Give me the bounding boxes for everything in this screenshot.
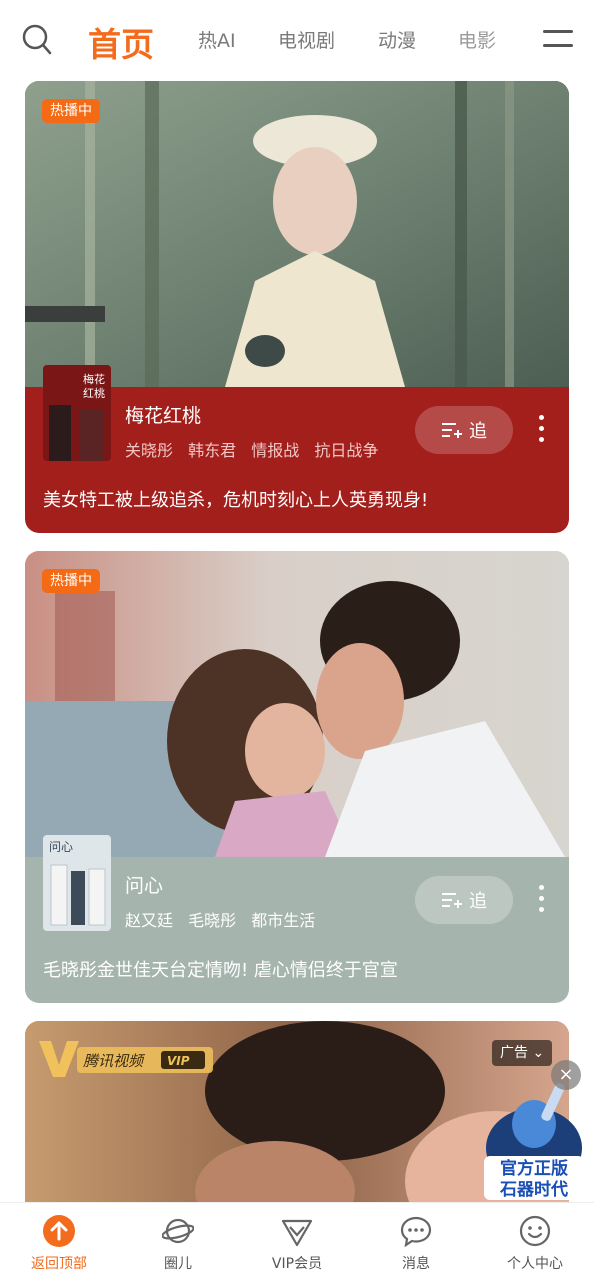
poster-title: 梅花 [83, 372, 105, 386]
hero-image[interactable] [25, 81, 569, 387]
poster-thumbnail[interactable]: 梅花 红桃 [43, 365, 111, 461]
tag[interactable]: 赵又廷 [125, 911, 173, 930]
bottom-tab-bar: 返回顶部 圈儿 VIP会员 消息 个人中心 [0, 1202, 594, 1281]
status-badge: 热播中 [42, 569, 100, 593]
bottom-item-label: 消息 [402, 1256, 430, 1272]
planet-icon [162, 1218, 194, 1244]
bottom-item-label: VIP会员 [271, 1256, 323, 1272]
bottom-item-vip[interactable]: VIP会员 [238, 1203, 356, 1281]
tag-list: 赵又廷 毛晓彤 都市生活 [125, 907, 325, 931]
ad-label[interactable]: 广告 ⌄ [492, 1040, 553, 1066]
v-logo-icon: 腾讯视频 VIP [39, 1041, 213, 1077]
video-title[interactable]: 问心 [125, 871, 163, 898]
search-icon[interactable] [22, 24, 52, 56]
follow-button[interactable]: 追 [415, 876, 513, 924]
video-title[interactable]: 梅花红桃 [125, 401, 201, 428]
bottom-item-messages[interactable]: 消息 [357, 1203, 475, 1281]
tab-home[interactable]: 首页 [88, 18, 154, 66]
add-list-icon [442, 893, 462, 908]
hero-image[interactable] [25, 551, 569, 857]
tag[interactable]: 抗日战争 [314, 441, 378, 460]
tab-anime[interactable]: 动漫 [378, 26, 416, 53]
tag[interactable]: 关晓彤 [125, 441, 173, 460]
brand-logo: 腾讯视频 VIP [37, 1039, 217, 1083]
video-description[interactable]: 毛晓彤金世佳天台定情吻! 虐心情侣终于官宣 [43, 956, 398, 982]
message-icon [400, 1216, 432, 1247]
tag[interactable]: 韩东君 [188, 441, 236, 460]
bottom-item-label: 返回顶部 [31, 1256, 87, 1272]
status-badge: 热播中 [42, 99, 100, 123]
vip-icon [281, 1219, 313, 1247]
tab-hot-ai[interactable]: 热AI [198, 26, 236, 53]
video-description[interactable]: 美女特工被上级追杀，危机时刻心上人英勇现身! [43, 486, 428, 512]
ad-label-text: 广告 [500, 1045, 528, 1061]
poster-title: 问心 [49, 840, 73, 854]
top-nav: 首页 热AI 电视剧 动漫 电影 [0, 0, 594, 78]
follow-label: 追 [469, 891, 487, 912]
add-list-icon [442, 423, 462, 438]
smile-icon [519, 1215, 551, 1247]
bottom-item-label: 个人中心 [507, 1256, 563, 1272]
bottom-item-back-to-top[interactable]: 返回顶部 [0, 1203, 118, 1281]
follow-button[interactable]: 追 [415, 406, 513, 454]
menu-icon[interactable] [543, 28, 573, 50]
more-options-icon[interactable] [535, 885, 547, 915]
tag[interactable]: 毛晓彤 [188, 911, 236, 930]
tag[interactable]: 情报战 [251, 441, 299, 460]
close-ad-button[interactable]: × [551, 1060, 581, 1090]
tab-tv-series[interactable]: 电视剧 [278, 26, 335, 53]
vip-badge: VIP [167, 1054, 190, 1068]
game-text-line2: 石器时代 [499, 1179, 568, 1200]
tag-list: 关晓彤 韩东君 情报战 抗日战争 [125, 437, 388, 461]
more-options-icon[interactable] [535, 415, 547, 445]
follow-label: 追 [469, 421, 487, 442]
tab-movie[interactable]: 电影 [458, 26, 496, 53]
bottom-item-label: 圈儿 [164, 1256, 192, 1272]
poster-thumbnail[interactable]: 问心 [43, 835, 111, 931]
game-text-line1: 官方正版 [500, 1158, 568, 1179]
brand-name: 腾讯视频 [83, 1052, 146, 1070]
bottom-item-circle[interactable]: 圈儿 [119, 1203, 237, 1281]
poster-title: 红桃 [83, 386, 105, 400]
tag[interactable]: 都市生活 [251, 911, 315, 930]
video-card[interactable]: 热播中 问心 问心 赵又廷 毛晓彤 都市生活 追 毛晓彤金世佳天台定情吻! 虐心… [25, 551, 569, 1003]
arrow-up-icon [43, 1215, 75, 1247]
bottom-item-profile[interactable]: 个人中心 [476, 1203, 594, 1281]
video-card[interactable]: 热播中 梅花 红桃 梅花红桃 关晓彤 韩东君 情报战 抗日战争 追 美女特工被上… [25, 81, 569, 533]
chevron-down-icon: ⌄ [532, 1045, 545, 1061]
